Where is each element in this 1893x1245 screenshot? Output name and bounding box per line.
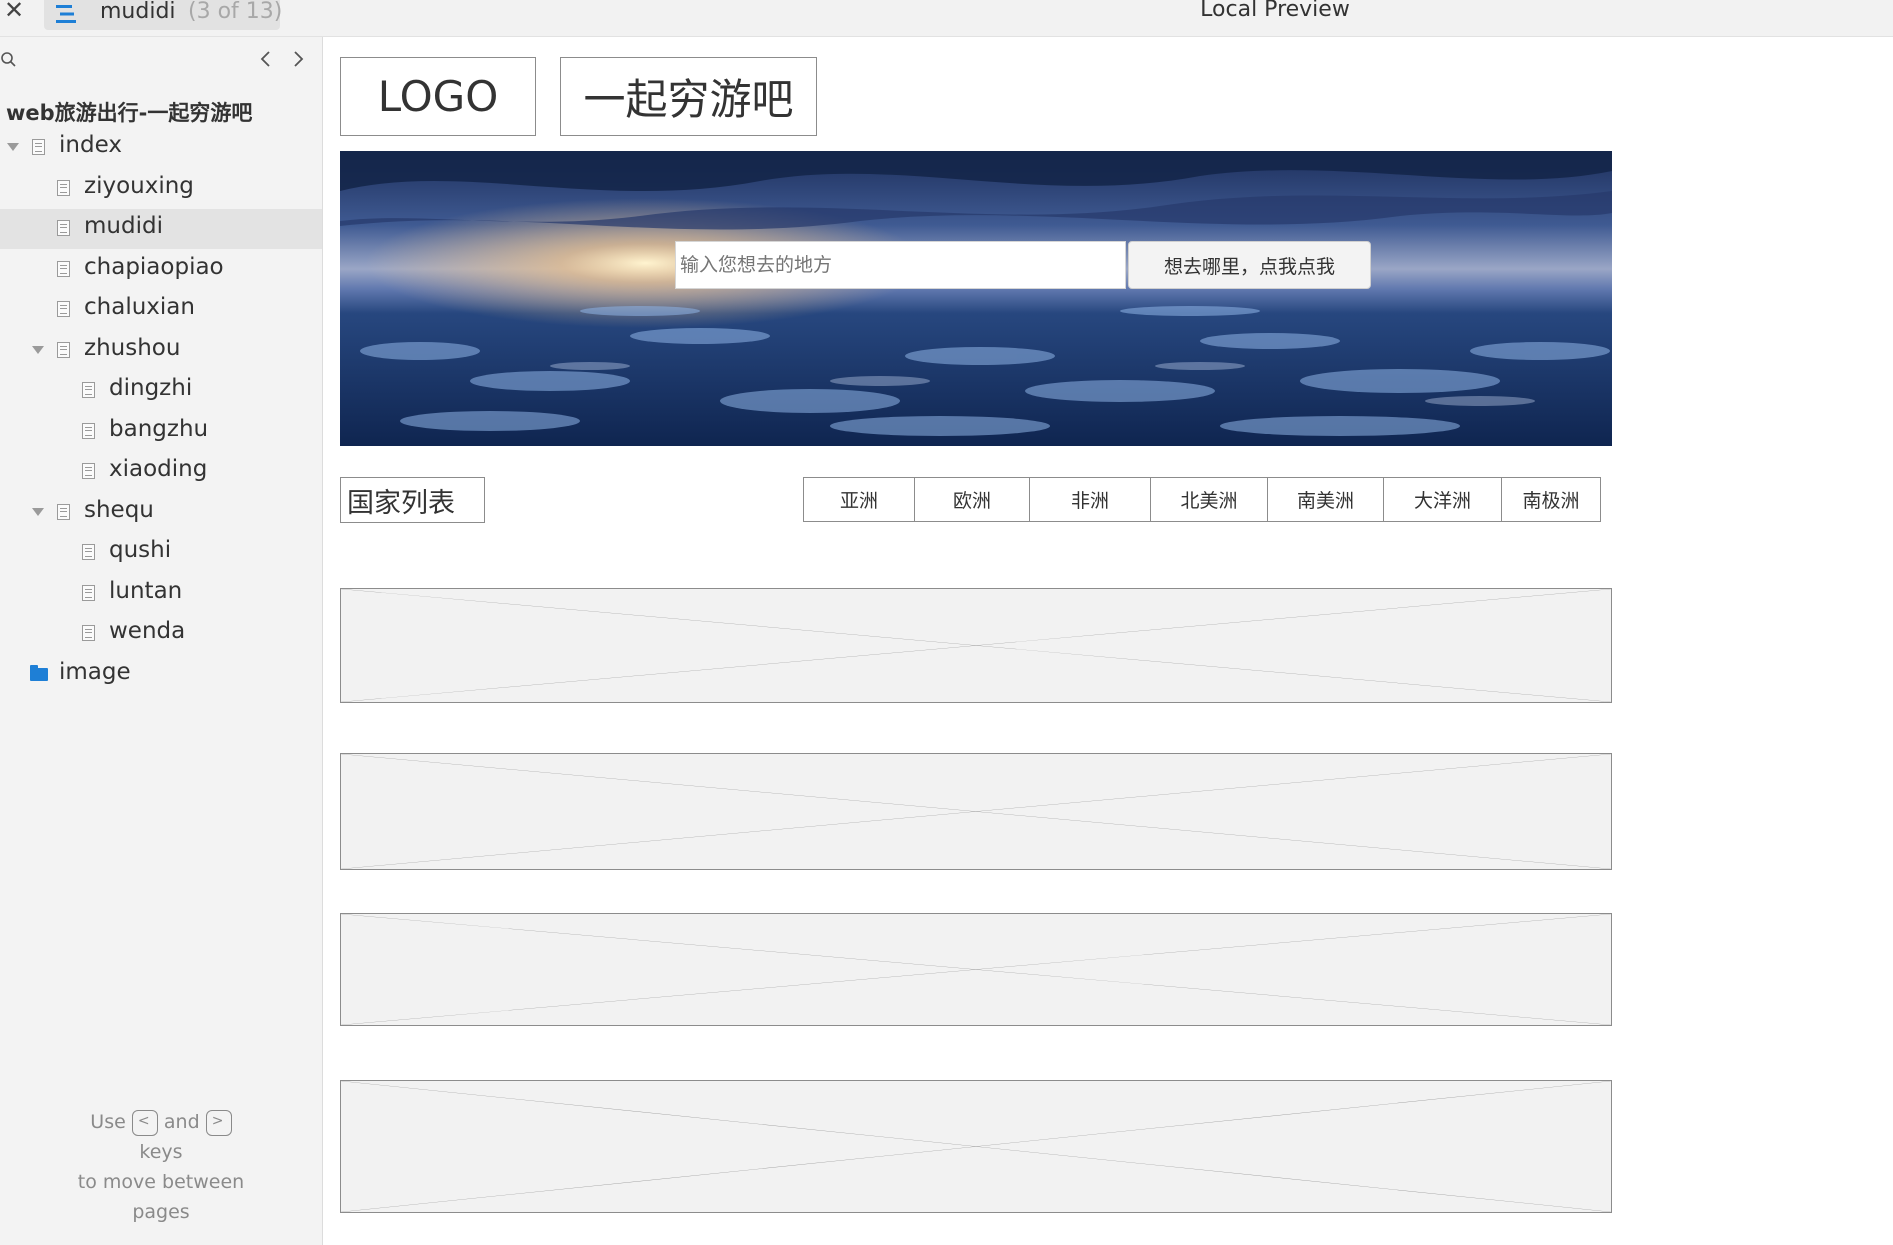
sidebar-item-chaluxian[interactable]: chaluxian (0, 290, 322, 330)
search-button[interactable]: 想去哪里，点我点我 (1128, 241, 1371, 289)
page-icon (57, 503, 70, 520)
project-title: web旅游出行-一起穷游吧 (6, 101, 253, 125)
page-icon (82, 544, 95, 560)
tab-north-america[interactable]: 北美洲 (1150, 478, 1267, 521)
region-tabs: 亚洲 欧洲 非洲 北美洲 南美洲 大洋洲 南极洲 (803, 477, 1601, 522)
sidebar-item-zhushou[interactable]: zhushou (0, 331, 322, 371)
sidebar-item-mudidi[interactable]: mudidi (0, 209, 322, 249)
country-list-label: 国家列表 (340, 477, 485, 523)
tab-title: mudidi (100, 0, 176, 24)
help-keys-text: keys (139, 1141, 183, 1163)
seascape-image (340, 151, 1612, 446)
sidebar-item-wenda[interactable]: wenda (0, 614, 322, 654)
prev-key-icon: < (131, 1109, 158, 1136)
window-title: Local Preview (1200, 0, 1350, 22)
chevron-right-icon[interactable] (290, 49, 306, 69)
sidebar-item-label: luntan (109, 577, 183, 604)
page-icon (57, 220, 70, 236)
image-placeholder (340, 913, 1612, 1026)
preview-canvas: LOGO 一起穷游吧 输入您想去的地方 想去哪里，点我点我 国家列表 亚洲 欧洲… (323, 37, 1893, 1245)
hero-banner: 想去哪里，点我点我 (340, 151, 1612, 446)
page-icon (57, 341, 70, 358)
image-placeholder (340, 588, 1612, 703)
sidebar-item-image[interactable]: image (0, 655, 322, 695)
sidebar-item-label: zhushou (84, 334, 181, 361)
tab-antarctica[interactable]: 南极洲 (1501, 478, 1600, 521)
folder-icon (30, 664, 48, 681)
sidebar-item-label: bangzhu (109, 415, 209, 442)
top-bar: ✕ mudidi (3 of 13) Local Preview (0, 0, 1893, 37)
caret-down-icon[interactable] (32, 507, 44, 516)
caret-down-icon[interactable] (7, 143, 19, 151)
page-count: (3 of 13) (188, 0, 283, 24)
help-and-text: and (163, 1111, 200, 1133)
close-icon[interactable]: ✕ (4, 0, 24, 24)
page-icon (32, 139, 45, 155)
help-line3: to move between (77, 1171, 245, 1193)
sidebar-item-label: ziyouxing (84, 172, 194, 199)
brand-title: 一起穷游吧 (560, 57, 817, 136)
sidebar-item-label: shequ (84, 496, 154, 523)
menu-icon[interactable] (56, 3, 78, 25)
page-icon (57, 179, 70, 196)
tab-south-america[interactable]: 南美洲 (1267, 478, 1383, 521)
page-icon (82, 382, 95, 398)
sidebar-item-index[interactable]: index (0, 128, 322, 168)
sidebar-item-dingzhi[interactable]: dingzhi (0, 371, 322, 411)
search-icon[interactable] (0, 51, 18, 69)
destination-search-input[interactable] (675, 241, 1126, 289)
keyboard-help: Use < and > keys to move between pages (0, 1107, 322, 1227)
sidebar-item-label: dingzhi (109, 375, 193, 401)
sidebar-item-label: image (59, 658, 131, 685)
image-placeholder (340, 753, 1612, 870)
chevron-left-icon[interactable] (258, 49, 274, 69)
sidebar-item-qushi[interactable]: qushi (0, 533, 322, 573)
next-key-icon: > (205, 1109, 232, 1136)
sidebar-item-xiaoding[interactable]: xiaoding (0, 452, 322, 492)
sidebar-item-ziyouxing[interactable]: ziyouxing (0, 169, 322, 209)
page-icon (57, 301, 70, 317)
tab-oceania[interactable]: 大洋洲 (1383, 478, 1501, 521)
sidebar-item-chapiaopiao[interactable]: chapiaopiao (0, 250, 322, 290)
sidebar-item-label: chapiaopiao (84, 253, 224, 280)
tab-africa[interactable]: 非洲 (1029, 478, 1150, 521)
sidebar-item-luntan[interactable]: luntan (0, 574, 322, 614)
page-icon (82, 584, 95, 601)
sidebar: web旅游出行-一起穷游吧 index ziyouxing mudidi chapia… (0, 37, 323, 1245)
sidebar-item-label: qushi (109, 537, 172, 563)
sidebar-item-shequ[interactable]: shequ (0, 493, 322, 533)
sidebar-item-label: index (59, 132, 122, 158)
help-use-text: Use (90, 1111, 126, 1133)
sidebar-item-label: chaluxian (84, 294, 195, 320)
page-icon (82, 625, 95, 641)
page-icon (82, 422, 95, 439)
image-placeholder (340, 1080, 1612, 1213)
sidebar-item-label: xiaoding (109, 456, 208, 482)
tab-europe[interactable]: 欧洲 (914, 478, 1029, 521)
sidebar-item-label: wenda (109, 618, 186, 644)
sidebar-item-label: mudidi (84, 213, 163, 239)
page-tab[interactable]: mudidi (3 of 13) (44, 0, 283, 30)
help-line4: pages (132, 1201, 190, 1223)
sidebar-item-bangzhu[interactable]: bangzhu (0, 412, 322, 452)
page-icon (57, 260, 70, 277)
page-icon (82, 463, 95, 479)
logo: LOGO (340, 57, 536, 136)
caret-down-icon[interactable] (32, 345, 44, 354)
tab-asia[interactable]: 亚洲 (804, 478, 914, 521)
